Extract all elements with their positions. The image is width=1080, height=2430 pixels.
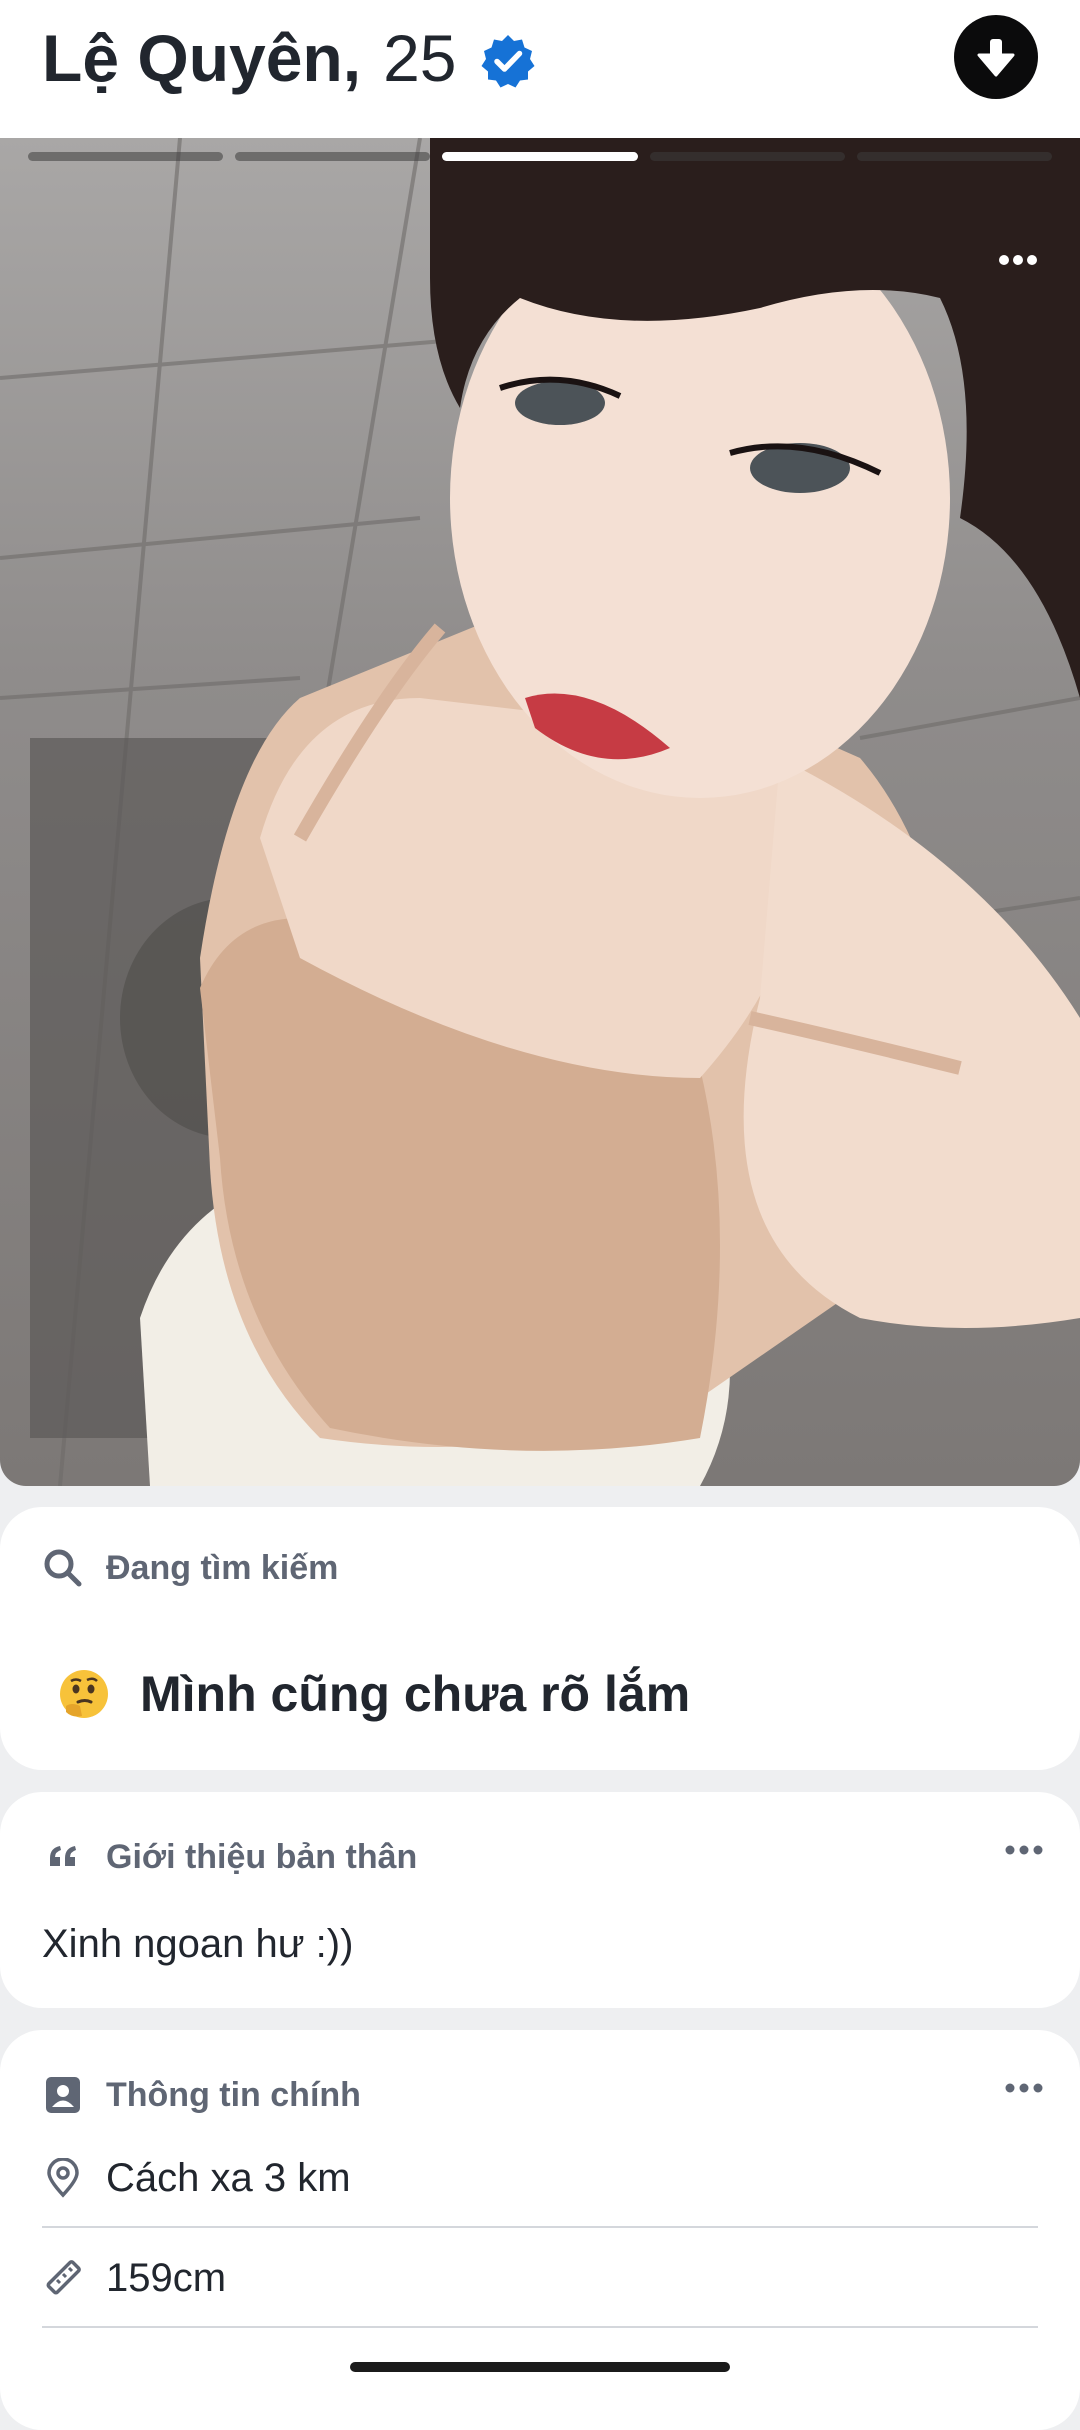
contact-card-icon [42, 2074, 84, 2116]
info-row-text: 159cm [106, 2255, 227, 2300]
profile-name-age: Lệ Quyên, 25 [42, 18, 537, 98]
main-info-header: Thông tin chính [42, 2074, 361, 2116]
photo-progress-segment [649, 152, 845, 161]
more-horizontal-icon [1005, 2083, 1043, 2093]
bio-card: Giới thiệu bản thân Xinh ngoan hư :)) [0, 1792, 1080, 2008]
bio-title: Giới thiệu bản thân [106, 1837, 418, 1876]
looking-for-value: Mình cũng chưa rõ lắm [58, 1665, 690, 1723]
home-indicator[interactable] [350, 2362, 730, 2372]
profile-age: 25 [383, 21, 457, 95]
info-row-height: 159cm [42, 2230, 1038, 2328]
photo-progress [28, 152, 1053, 164]
looking-for-title: Đang tìm kiếm [106, 1548, 339, 1587]
bio-header: Giới thiệu bản thân [42, 1836, 417, 1878]
looking-for-header: Đang tìm kiếm [42, 1547, 338, 1589]
photo-progress-segment-active [442, 152, 638, 161]
location-pin-icon [42, 2157, 84, 2199]
arrow-down-icon [977, 39, 1015, 77]
looking-for-card: Đang tìm kiếm Mình cũng chưa rõ lắm [0, 1507, 1080, 1770]
profile-name: Lệ Quyên, [42, 21, 362, 95]
main-info-more-button[interactable] [994, 2068, 1054, 2108]
main-info-title: Thông tin chính [106, 2075, 361, 2114]
verified-badge-icon [479, 29, 537, 88]
photo-more-button[interactable] [988, 230, 1048, 290]
thinking-face-icon [60, 1670, 108, 1718]
more-horizontal-icon [1005, 1845, 1043, 1855]
looking-for-text: Mình cũng chưa rõ lắm [140, 1666, 691, 1722]
quote-icon [42, 1836, 84, 1878]
info-row-text: Cách xa 3 km [106, 2155, 351, 2200]
download-button[interactable] [954, 15, 1038, 99]
bio-text: Xinh ngoan hư :)) [42, 1922, 354, 1966]
bio-more-button[interactable] [994, 1830, 1054, 1870]
more-horizontal-icon [999, 255, 1037, 265]
search-icon [42, 1547, 84, 1589]
profile-header: Lệ Quyên, 25 [0, 0, 1080, 138]
info-row-distance: Cách xa 3 km [42, 2130, 1038, 2228]
photo-progress-segment [235, 152, 431, 161]
ruler-icon [42, 2257, 84, 2299]
photo-progress-segment [28, 152, 224, 161]
profile-photo[interactable] [0, 138, 1080, 1486]
photo-image [0, 138, 1080, 1486]
photo-progress-segment [856, 152, 1053, 161]
